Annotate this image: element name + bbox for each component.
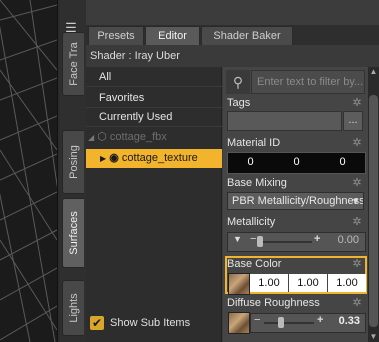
- material-id-b[interactable]: 0: [320, 153, 365, 171]
- material-id-field[interactable]: 0 0 0: [227, 152, 366, 174]
- increment-icon[interactable]: +: [317, 314, 323, 326]
- scrollbar-thumb[interactable]: [369, 95, 378, 327]
- tags-browse-button[interactable]: ...: [343, 111, 363, 131]
- side-tab-label: Surfaces: [67, 211, 80, 255]
- tree-item-currently-used[interactable]: Currently Used: [86, 108, 222, 127]
- tags-label: Tags: [227, 97, 251, 109]
- tree-node-cottage-texture[interactable]: ▶ ◉ cottage_texture: [86, 149, 222, 168]
- viewport-grid: [0, 0, 57, 342]
- material-group-icon: ◉: [109, 152, 119, 164]
- slider-track: [264, 322, 314, 324]
- chevron-down-icon[interactable]: ▼: [233, 234, 242, 244]
- side-tab-lights[interactable]: Lights: [62, 280, 84, 336]
- side-tab-label: Face Tra: [67, 42, 80, 86]
- base-mixing-select[interactable]: PBR Metallicity/Roughness ▼: [227, 192, 364, 210]
- side-tab-posing[interactable]: Posing: [62, 130, 84, 194]
- side-tab-strip: Face Tra Posing Surfaces Lights: [60, 0, 86, 342]
- show-sub-items-checkbox[interactable]: ✔: [90, 316, 104, 330]
- gear-icon[interactable]: ✲: [351, 137, 363, 149]
- filter-input[interactable]: Enter text to filter by...: [251, 70, 365, 94]
- increment-icon[interactable]: +: [314, 233, 320, 245]
- tree-item-all[interactable]: All: [86, 68, 222, 87]
- metallicity-value[interactable]: 0.00: [338, 234, 359, 246]
- tab-shader-baker[interactable]: Shader Baker: [201, 26, 293, 45]
- select-value: PBR Metallicity/Roughness: [232, 195, 364, 207]
- collapse-arrow-icon[interactable]: ◢: [88, 133, 94, 142]
- tab-presets[interactable]: Presets: [88, 26, 144, 45]
- base-color-label: Base Color: [227, 258, 282, 270]
- metallicity-slider[interactable]: ▼ − + 0.00: [227, 232, 366, 252]
- figure-icon: ⬡: [97, 131, 107, 143]
- base-color-b[interactable]: 1.00: [328, 274, 366, 292]
- gear-icon[interactable]: ✲: [351, 258, 363, 270]
- decrement-icon[interactable]: −: [250, 233, 256, 245]
- gear-icon[interactable]: ✲: [351, 97, 363, 109]
- diffuse-roughness-map-thumbnail[interactable]: [228, 312, 250, 334]
- base-mixing-label: Base Mixing: [227, 177, 287, 189]
- slider-track: [260, 241, 312, 243]
- slider-thumb[interactable]: [257, 236, 263, 247]
- gear-icon[interactable]: ✲: [351, 216, 363, 228]
- material-tree: All Favorites Currently Used ◢ ⬡ cottage…: [86, 67, 222, 342]
- show-sub-items-label: Show Sub Items: [110, 317, 191, 329]
- tree-item-favorites[interactable]: Favorites: [86, 89, 222, 108]
- viewport[interactable]: [0, 0, 57, 342]
- scroll-down-icon[interactable]: ▼: [368, 332, 379, 342]
- shader-label: Shader : Iray Uber: [86, 45, 379, 67]
- base-color-r[interactable]: 1.00: [250, 274, 288, 292]
- tree-node-label: cottage_fbx: [109, 131, 167, 143]
- material-id-g[interactable]: 0: [274, 153, 319, 171]
- pane-menu-icon[interactable]: ☰: [63, 21, 79, 35]
- search-icon[interactable]: ⚲: [226, 70, 250, 94]
- tree-node-cottage-fbx[interactable]: ◢ ⬡ cottage_fbx: [86, 128, 222, 147]
- metallicity-label: Metallicity: [227, 216, 276, 228]
- gear-icon[interactable]: ✲: [351, 177, 363, 189]
- material-id-label: Material ID: [227, 137, 281, 149]
- scroll-up-icon[interactable]: ▲: [368, 67, 379, 77]
- side-tab-surfaces[interactable]: Surfaces: [62, 198, 84, 268]
- tab-editor[interactable]: Editor: [145, 26, 200, 45]
- side-tab-label: Posing: [67, 145, 80, 179]
- side-tab-label: Lights: [67, 293, 80, 323]
- decrement-icon[interactable]: −: [254, 314, 260, 326]
- diffuse-roughness-value[interactable]: 0.33: [339, 315, 360, 327]
- chevron-down-icon: ▼: [351, 196, 360, 206]
- expand-arrow-icon[interactable]: ▶: [100, 154, 106, 163]
- tags-field[interactable]: [227, 111, 342, 131]
- base-color-g[interactable]: 1.00: [289, 274, 327, 292]
- slider-thumb[interactable]: [277, 317, 284, 328]
- diffuse-roughness-slider[interactable]: − + 0.33: [250, 313, 366, 333]
- diffuse-roughness-label: Diffuse Roughness: [227, 297, 320, 309]
- tree-node-label: cottage_texture: [121, 152, 198, 164]
- side-tab-face-transfer[interactable]: Face Tra: [62, 32, 84, 96]
- material-id-r[interactable]: 0: [228, 153, 273, 171]
- base-color-map-thumbnail[interactable]: [228, 273, 250, 295]
- gear-icon[interactable]: ✲: [351, 297, 363, 309]
